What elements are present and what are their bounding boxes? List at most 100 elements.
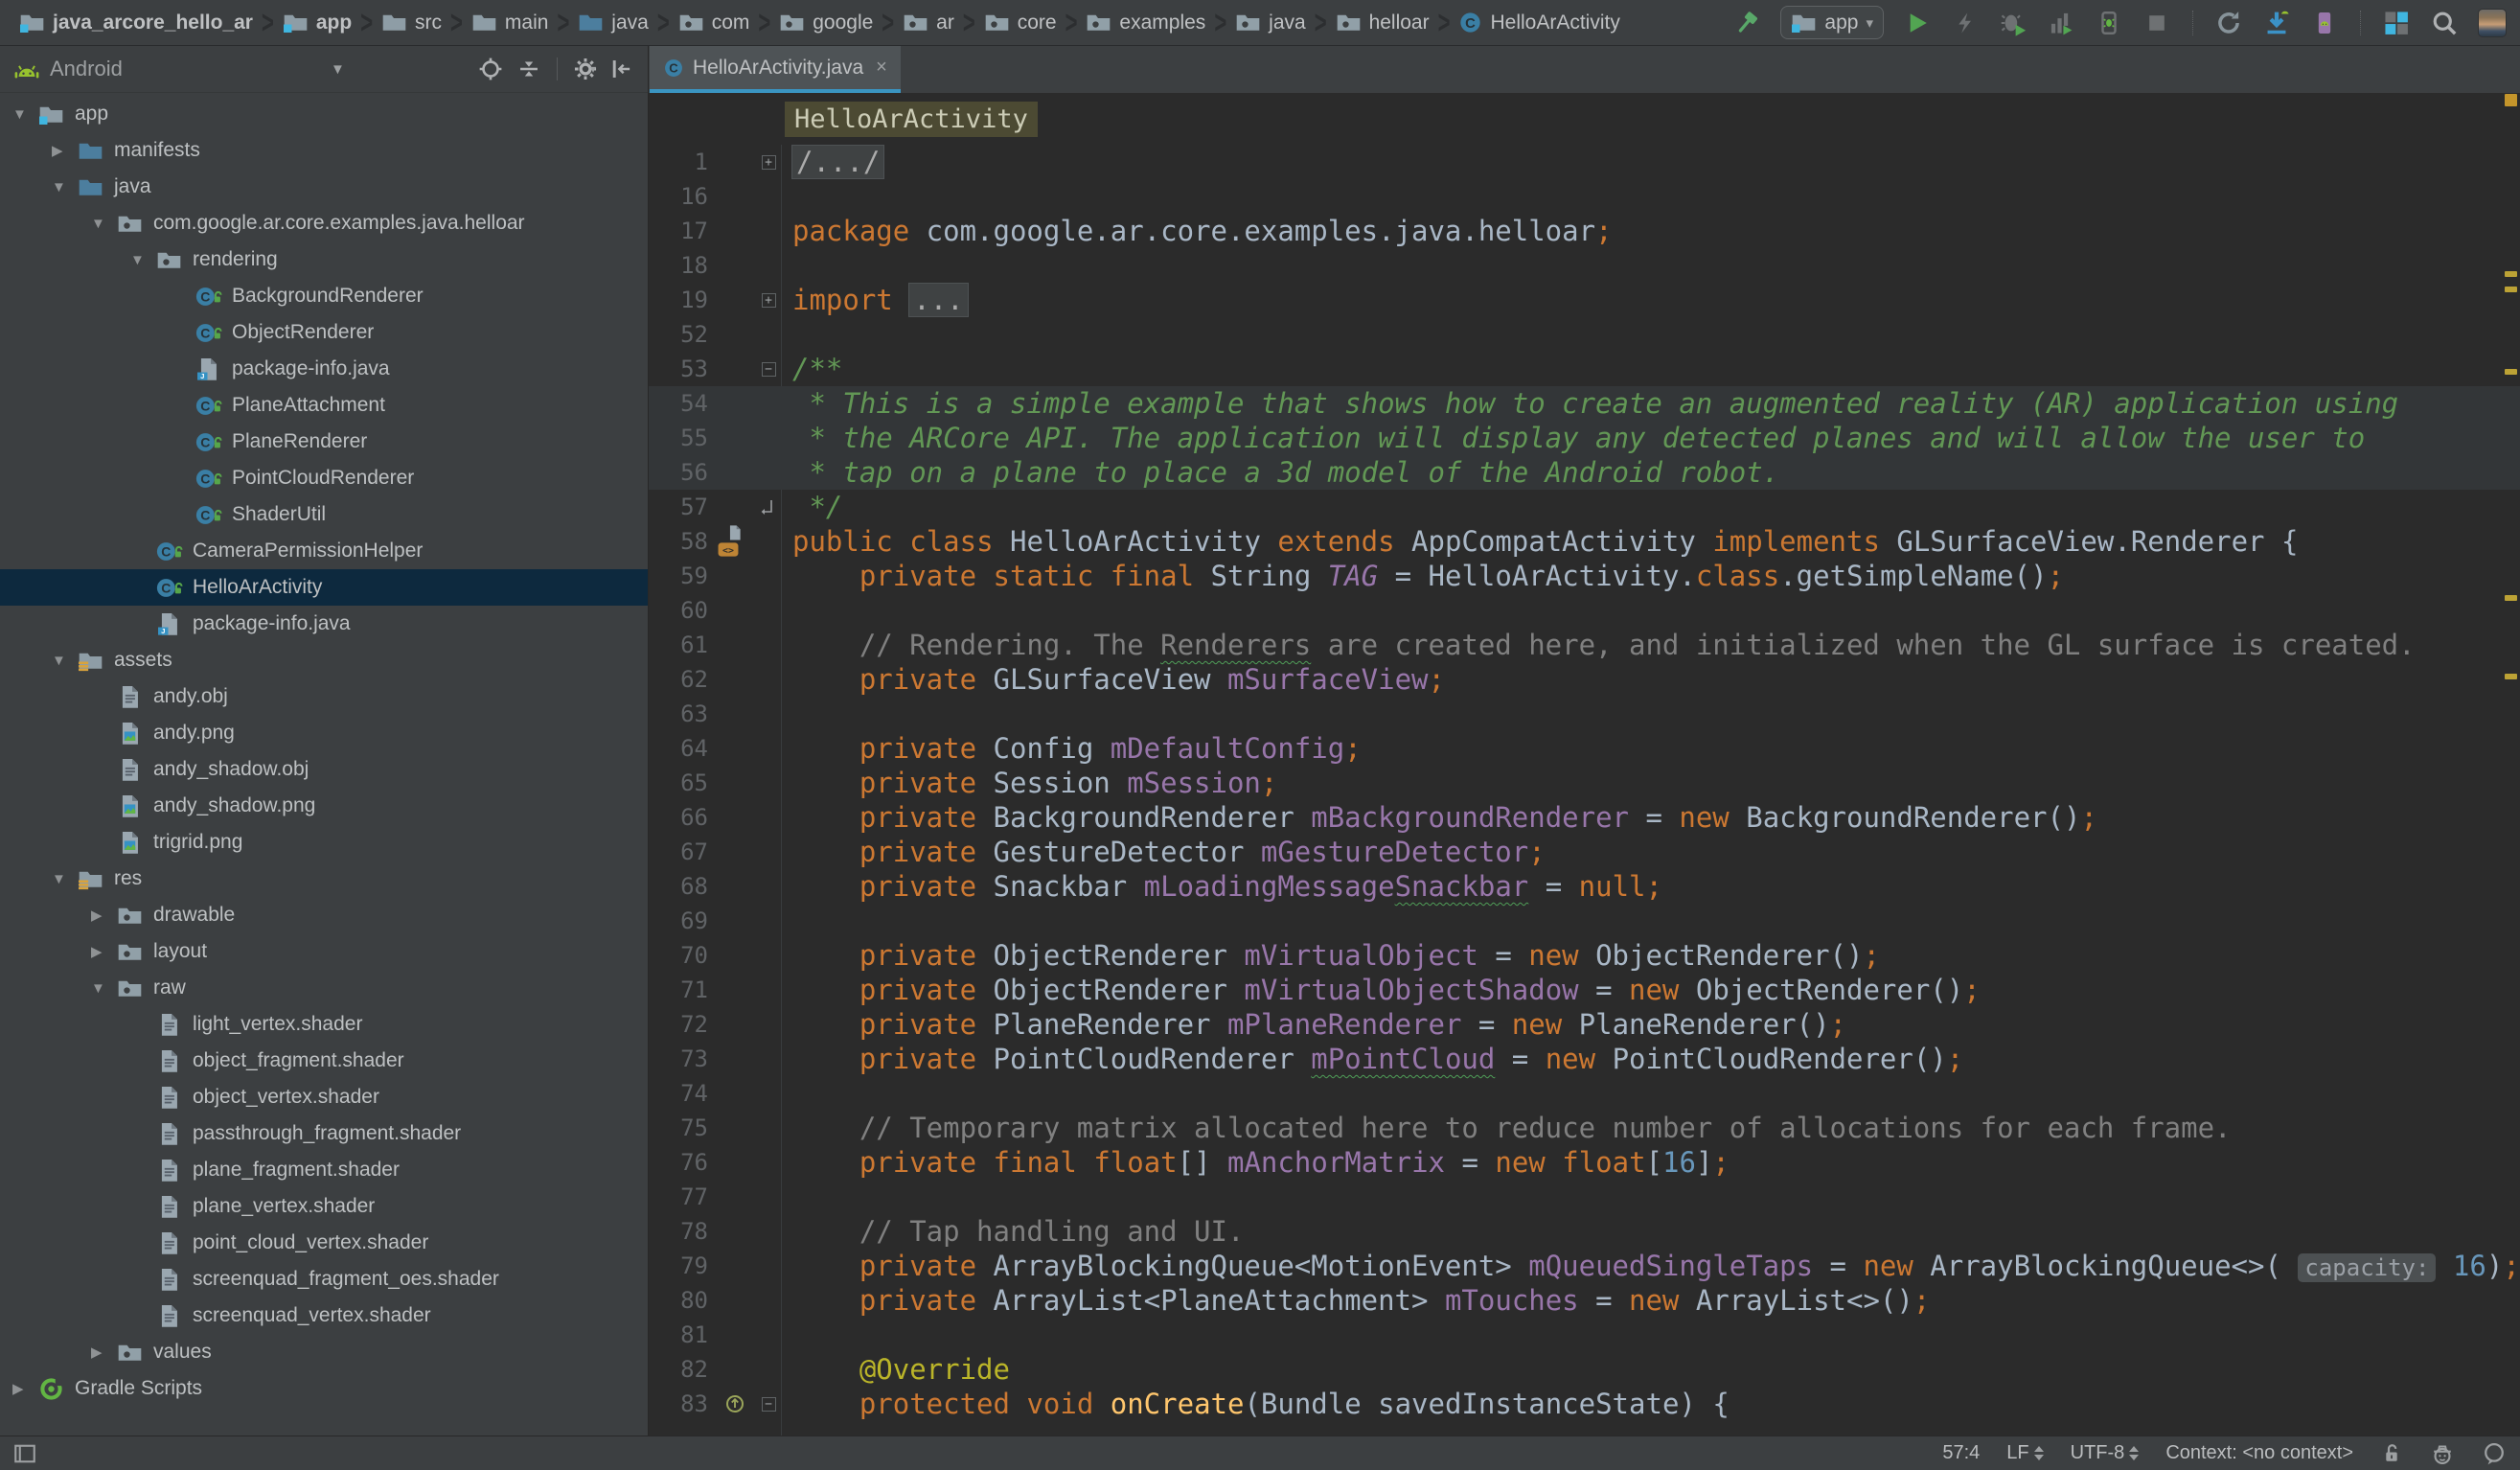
- tree-item-plane_vertex.shader[interactable]: plane_vertex.shader: [0, 1188, 648, 1225]
- chevron-down-icon[interactable]: ▼: [88, 216, 117, 232]
- code-line-63[interactable]: 63: [649, 697, 2520, 731]
- chevron-down-icon[interactable]: ▼: [10, 106, 38, 123]
- tree-item-PlaneRenderer[interactable]: CPlaneRenderer: [0, 424, 648, 460]
- code-line-83[interactable]: 83− protected void onCreate(Bundle saved…: [649, 1387, 2520, 1421]
- apply-changes-button[interactable]: [1951, 9, 1980, 37]
- tree-item-Gradle Scripts[interactable]: ▶Gradle Scripts: [0, 1370, 648, 1407]
- tree-item-BackgroundRenderer[interactable]: CBackgroundRenderer: [0, 278, 648, 314]
- code-line-60[interactable]: 60: [649, 593, 2520, 628]
- search-everywhere-button[interactable]: [2430, 9, 2459, 37]
- collapse-all-button[interactable]: [516, 57, 541, 81]
- related-xml-icon[interactable]: <>: [718, 541, 739, 558]
- gear-button[interactable]: ▾: [573, 57, 596, 81]
- code-line-58[interactable]: 58<>public class HelloArActivity extends…: [649, 524, 2520, 559]
- layout-windows-button[interactable]: [2382, 9, 2411, 37]
- code-line-61[interactable]: 61 // Rendering. The Renderers are creat…: [649, 628, 2520, 662]
- tree-item-app[interactable]: ▼app: [0, 96, 648, 132]
- java-file-mini-icon[interactable]: [726, 524, 744, 541]
- code-line-66[interactable]: 66 private BackgroundRenderer mBackgroun…: [649, 800, 2520, 835]
- tree-item-light_vertex.shader[interactable]: light_vertex.shader: [0, 1006, 648, 1043]
- tree-item-java[interactable]: ▼java: [0, 169, 648, 205]
- chevron-down-icon[interactable]: ▼: [88, 980, 117, 997]
- notification-bubble-icon[interactable]: [2482, 1441, 2507, 1466]
- code-line-68[interactable]: 68 private Snackbar mLoadingMessageSnack…: [649, 869, 2520, 904]
- run-configuration-select[interactable]: app▾: [1780, 6, 1884, 39]
- code-line-62[interactable]: 62 private GLSurfaceView mSurfaceView;: [649, 662, 2520, 697]
- tree-item-rendering[interactable]: ▼rendering: [0, 241, 648, 278]
- breadcrumb-item-main[interactable]: main: [471, 10, 549, 35]
- tree-item-PointCloudRenderer[interactable]: CPointCloudRenderer: [0, 460, 648, 496]
- chevron-right-icon[interactable]: ▶: [49, 142, 78, 159]
- avd-manager-button[interactable]: [2310, 9, 2339, 37]
- tree-item-HelloArActivity[interactable]: CHelloArActivity: [0, 569, 648, 606]
- breadcrumb-item-com[interactable]: com: [678, 10, 750, 35]
- code-line-52[interactable]: 52: [649, 317, 2520, 352]
- code-line-70[interactable]: 70 private ObjectRenderer mVirtualObject…: [649, 938, 2520, 973]
- code-line-54[interactable]: 54 * This is a simple example that shows…: [649, 386, 2520, 421]
- chevron-down-icon[interactable]: ▼: [49, 179, 78, 195]
- tree-item-manifests[interactable]: ▶manifests: [0, 132, 648, 169]
- breadcrumb-item-src[interactable]: src: [381, 10, 442, 35]
- tree-item-screenquad_fragment_oes.shader[interactable]: screenquad_fragment_oes.shader: [0, 1261, 648, 1298]
- code-area[interactable]: 1+/.../1617package com.google.ar.core.ex…: [649, 145, 2520, 1436]
- tree-item-assets[interactable]: ▼assets: [0, 642, 648, 678]
- close-icon[interactable]: ×: [876, 57, 887, 79]
- chevron-right-icon[interactable]: ▶: [10, 1380, 38, 1397]
- fold-minus-icon[interactable]: −: [762, 1397, 776, 1412]
- code-line-16[interactable]: 16: [649, 179, 2520, 214]
- code-line-82[interactable]: 82 @Override: [649, 1352, 2520, 1387]
- debug-button[interactable]: [1999, 9, 2027, 37]
- code-line-79[interactable]: 79 private ArrayBlockingQueue<MotionEven…: [649, 1249, 2520, 1283]
- chevron-down-icon[interactable]: ▼: [49, 653, 78, 669]
- tree-item-plane_fragment.shader[interactable]: plane_fragment.shader: [0, 1152, 648, 1188]
- unlock-icon[interactable]: [2380, 1442, 2403, 1465]
- hammer-button[interactable]: [1732, 9, 1761, 37]
- code-line-1[interactable]: 1+/.../: [649, 145, 2520, 179]
- tree-item-point_cloud_vertex.shader[interactable]: point_cloud_vertex.shader: [0, 1225, 648, 1261]
- code-line-64[interactable]: 64 private Config mDefaultConfig;: [649, 731, 2520, 766]
- tree-item-values[interactable]: ▶values: [0, 1334, 648, 1370]
- fold-plus-icon[interactable]: +: [762, 293, 776, 308]
- code-line-73[interactable]: 73 private PointCloudRenderer mPointClou…: [649, 1042, 2520, 1076]
- breadcrumb-item-core[interactable]: core: [984, 10, 1057, 35]
- chevron-right-icon[interactable]: ▶: [88, 1344, 117, 1361]
- code-line-53[interactable]: 53−/**: [649, 352, 2520, 386]
- breadcrumb-item-helloar[interactable]: helloar: [1336, 10, 1430, 35]
- project-view-selector[interactable]: Android ▼: [13, 56, 123, 82]
- line-separator-widget[interactable]: LF: [2006, 1442, 2043, 1464]
- code-line-78[interactable]: 78 // Tap handling and UI.: [649, 1214, 2520, 1249]
- code-line-76[interactable]: 76 private final float[] mAnchorMatrix =…: [649, 1145, 2520, 1180]
- locate-button[interactable]: [478, 57, 503, 81]
- tree-item-layout[interactable]: ▶layout: [0, 933, 648, 970]
- code-line-74[interactable]: 74: [649, 1076, 2520, 1111]
- tree-item-andy.obj[interactable]: andy.obj: [0, 678, 648, 715]
- fold-plus-icon[interactable]: +: [762, 155, 776, 170]
- encoding-widget[interactable]: UTF-8: [2071, 1442, 2140, 1464]
- warning-stripe-mark[interactable]: [2505, 595, 2517, 601]
- context-widget[interactable]: Context: <no context>: [2165, 1442, 2353, 1464]
- tree-item-PlaneAttachment[interactable]: CPlaneAttachment: [0, 387, 648, 424]
- fold-minus-icon[interactable]: −: [762, 362, 776, 377]
- warning-stripe-mark[interactable]: [2505, 271, 2517, 277]
- code-line-59[interactable]: 59 private static final String TAG = Hel…: [649, 559, 2520, 593]
- breadcrumb-item-java_arcore_hello_ar[interactable]: java_arcore_hello_ar: [19, 10, 253, 35]
- code-line-65[interactable]: 65 private Session mSession;: [649, 766, 2520, 800]
- code-line-17[interactable]: 17package com.google.ar.core.examples.ja…: [649, 214, 2520, 248]
- chevron-right-icon[interactable]: ▶: [88, 907, 117, 924]
- user-avatar[interactable]: [2478, 9, 2507, 37]
- stop-button[interactable]: [2142, 9, 2171, 37]
- tree-item-raw[interactable]: ▼raw: [0, 970, 648, 1006]
- fold-end-icon[interactable]: [761, 491, 776, 523]
- chevron-down-icon[interactable]: ▼: [127, 252, 156, 268]
- tree-item-andy_shadow.obj[interactable]: andy_shadow.obj: [0, 751, 648, 788]
- warning-indicator[interactable]: [2505, 94, 2517, 106]
- tree-item-screenquad_vertex.shader[interactable]: screenquad_vertex.shader: [0, 1298, 648, 1334]
- profile-button[interactable]: [2047, 9, 2075, 37]
- code-line-80[interactable]: 80 private ArrayList<PlaneAttachment> mT…: [649, 1283, 2520, 1318]
- breadcrumb[interactable]: HelloArActivity: [785, 102, 1038, 137]
- sdk-manager-button[interactable]: [2262, 9, 2291, 37]
- hide-panel-button[interactable]: [609, 57, 634, 81]
- warning-stripe-mark[interactable]: [2505, 287, 2517, 292]
- code-line-77[interactable]: 77: [649, 1180, 2520, 1214]
- tree-item-andy_shadow.png[interactable]: andy_shadow.png: [0, 788, 648, 824]
